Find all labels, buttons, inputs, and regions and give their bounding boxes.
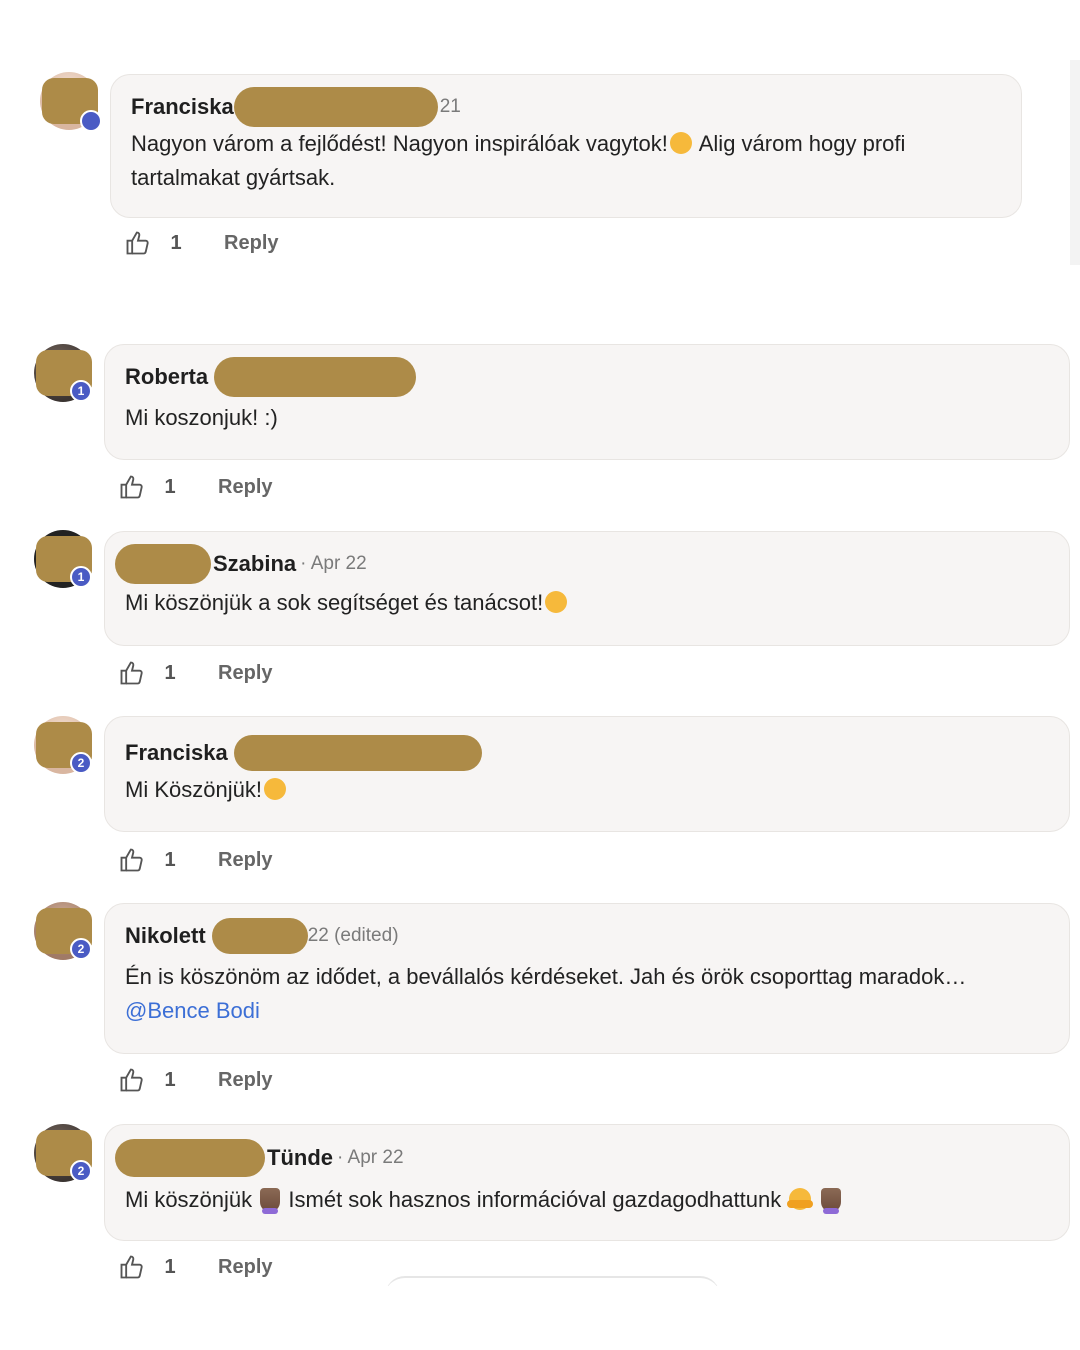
comment-text: Nagyon várom a fejlődést! Nagyon inspirá… (131, 131, 906, 190)
comment-actions: 1 Reply (124, 229, 279, 261)
level-badge: 2 (70, 752, 92, 774)
avatar[interactable]: 1 (34, 530, 92, 588)
author-name[interactable]: Tünde (267, 1145, 333, 1170)
comment-header: Franciska 21 (131, 87, 461, 127)
comment-text: Én is köszönöm az idődet, a bevállalós k… (125, 960, 1039, 1028)
comment-header: Roberta (125, 357, 417, 397)
author-name[interactable]: Franciska (125, 740, 228, 765)
comment-actions: 1 Reply (118, 1253, 273, 1285)
level-badge: 1 (70, 380, 92, 402)
thumbs-up-icon[interactable] (118, 1066, 146, 1094)
like-count: 1 (164, 475, 176, 498)
reply-button[interactable]: Reply (218, 476, 272, 499)
reply-button[interactable]: Reply (218, 662, 272, 685)
reply-button[interactable]: Reply (218, 1069, 272, 1092)
like-count: 1 (164, 1068, 176, 1091)
comment-text: Mi köszönjük a sok segítséget és tanácso… (125, 586, 1039, 620)
reply-button[interactable]: Reply (224, 232, 278, 255)
blank-area (0, 1286, 1080, 1350)
folded-hands-icon (260, 1188, 281, 1214)
redacted-surname (115, 1139, 265, 1177)
comment-bubble: Nikolett 22 (edited) Én is köszönöm az id… (104, 903, 1070, 1054)
smiling-face-icon (669, 132, 692, 154)
comment-timestamp: 21 (439, 96, 461, 117)
comment-timestamp: 22 (edited) (307, 925, 399, 946)
comment-timestamp: · Apr 22 (337, 1147, 404, 1168)
redacted-surname (211, 918, 308, 954)
redacted-surname (214, 357, 417, 397)
author-name[interactable]: Franciska (131, 94, 234, 119)
comment-actions: 1 Reply (118, 659, 273, 691)
level-badge: 1 (70, 566, 92, 588)
redacted-surname (115, 544, 211, 584)
like-count: 1 (170, 231, 182, 254)
comment-header: Tünde · Apr 22 (115, 1139, 404, 1177)
comment-timestamp: · Apr 22 (300, 553, 367, 574)
like-count: 1 (164, 1255, 176, 1278)
comment-bubble: Franciska Mi Köszönjük! (104, 716, 1070, 832)
comment-bubble: Tünde · Apr 22 Mi köszönjük Ismét sok has… (104, 1124, 1070, 1241)
comment-bubble: Franciska 21 Nagyon várom a fejlődést! Na… (110, 74, 1022, 218)
thumbs-up-icon[interactable] (118, 846, 146, 874)
reply-button[interactable]: Reply (218, 1256, 272, 1279)
redacted-surname (233, 735, 482, 771)
mention-link[interactable]: @Bence Bodi (125, 994, 1039, 1028)
avatar[interactable]: 2 (34, 902, 92, 960)
author-name[interactable]: Nikolett (125, 923, 206, 948)
comment-header: Szabina · Apr 22 (115, 544, 367, 584)
avatar[interactable]: 2 (34, 1124, 92, 1182)
comment-text: Mi koszonjuk! :) (125, 405, 278, 430)
comment-text: Mi köszönjük Ismét sok hasznos informáci… (125, 1183, 1039, 1217)
like-count: 1 (164, 848, 176, 871)
comment-text: Mi Köszönjük! (125, 773, 1039, 807)
comment-bubble: Roberta Mi koszonjuk! :) (104, 344, 1070, 460)
redacted-surname (233, 87, 438, 127)
comment-header: Franciska (125, 735, 482, 771)
author-name[interactable]: Szabina (213, 551, 296, 576)
smiling-face-icon (545, 591, 568, 613)
avatar[interactable]: 2 (34, 716, 92, 774)
comment-actions: 1 Reply (118, 1066, 273, 1098)
comment-bubble: Szabina · Apr 22 Mi köszönjük a sok segít… (104, 531, 1070, 646)
thumbs-up-icon[interactable] (118, 473, 146, 501)
author-name[interactable]: Roberta (125, 364, 208, 389)
thumbs-up-icon[interactable] (124, 229, 152, 257)
hugging-face-icon (787, 1188, 814, 1210)
folded-hands-icon (821, 1188, 842, 1214)
comment-actions: 1 Reply (118, 473, 273, 505)
level-badge: 2 (70, 1160, 92, 1182)
avatar[interactable]: 1 (34, 344, 92, 402)
level-badge: 2 (70, 938, 92, 960)
thumbs-up-icon[interactable] (118, 659, 146, 687)
thumbs-up-icon[interactable] (118, 1253, 146, 1281)
comment-actions: 1 Reply (118, 846, 273, 878)
reply-button[interactable]: Reply (218, 849, 272, 872)
scrollbar-track[interactable] (1070, 60, 1080, 265)
like-count: 1 (164, 661, 176, 684)
smiling-face-icon (263, 778, 286, 800)
comment-header: Nikolett 22 (edited) (125, 918, 399, 954)
level-badge-dot (80, 110, 102, 132)
